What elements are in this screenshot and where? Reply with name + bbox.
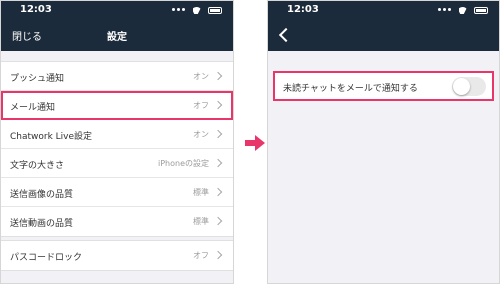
row-label: プッシュ通知 (10, 74, 65, 84)
toggle-knob (453, 78, 470, 95)
row-label: 文字の大きさ (10, 161, 65, 171)
arrow-right-icon (245, 135, 265, 151)
email-toggle[interactable] (452, 77, 486, 96)
row-label: Chatwork Live設定 (10, 132, 93, 142)
battery-icon (474, 6, 488, 14)
settings-screen: 12:03 閉じる 設定 プッシュ通知 オン メール通知 オフ Chatwork… (0, 0, 234, 284)
settings-row-font-size[interactable]: 文字の大きさ iPhoneの設定 (1, 149, 233, 178)
row-value: オフ (193, 101, 209, 110)
chevron-right-icon (213, 129, 223, 139)
status-icons (169, 5, 222, 14)
back-chevron-icon[interactable] (278, 27, 294, 43)
wifi-icon (193, 7, 202, 14)
setting-label: 未読チャットをメールで通知する (283, 84, 418, 94)
row-label: メール通知 (10, 103, 56, 113)
settings-row-live[interactable]: Chatwork Live設定 オン (1, 120, 233, 149)
chevron-right-icon (213, 71, 223, 81)
chevron-right-icon (213, 100, 223, 110)
status-bar: 12:03 (1, 1, 233, 18)
more-dots-icon (438, 8, 452, 12)
more-dots-icon (172, 8, 186, 12)
page-title: 設定 (107, 32, 127, 43)
chevron-right-icon (213, 250, 223, 260)
battery-icon (208, 6, 222, 14)
row-value: 標準 (193, 188, 209, 197)
chevron-right-icon (213, 187, 223, 197)
status-time: 12:03 (20, 4, 52, 15)
chevron-right-icon (213, 158, 223, 168)
nav-bar (268, 18, 499, 51)
row-label: 送信動画の品質 (10, 219, 74, 229)
status-icons (435, 5, 488, 14)
row-value: 標準 (193, 217, 209, 226)
settings-list: プッシュ通知 オン メール通知 オフ Chatwork Live設定 オン 文字… (1, 61, 233, 237)
email-unread-setting-row: 未読チャットをメールで通知する (273, 71, 494, 101)
settings-row-push[interactable]: プッシュ通知 オン (1, 62, 233, 91)
settings-row-passcode[interactable]: パスコードロック オフ (1, 241, 233, 270)
settings-row-video-quality[interactable]: 送信動画の品質 標準 (1, 207, 233, 236)
settings-row-image-quality[interactable]: 送信画像の品質 標準 (1, 178, 233, 207)
row-value: iPhoneの設定 (157, 159, 209, 168)
status-bar: 12:03 (268, 1, 499, 18)
row-value: オン (193, 72, 209, 81)
row-label: パスコードロック (10, 253, 83, 263)
row-label: 送信画像の品質 (10, 190, 74, 200)
nav-bar: 閉じる 設定 (1, 18, 233, 51)
wifi-icon (459, 7, 468, 14)
email-notification-screen: 12:03 未読チャットをメールで通知する (267, 0, 500, 284)
chevron-right-icon (213, 216, 223, 226)
status-time: 12:03 (287, 4, 319, 15)
settings-row-email[interactable]: メール通知 オフ (1, 91, 233, 120)
row-value: オン (193, 130, 209, 139)
passcode-list: パスコードロック オフ (1, 240, 233, 271)
row-value: オフ (193, 251, 209, 260)
